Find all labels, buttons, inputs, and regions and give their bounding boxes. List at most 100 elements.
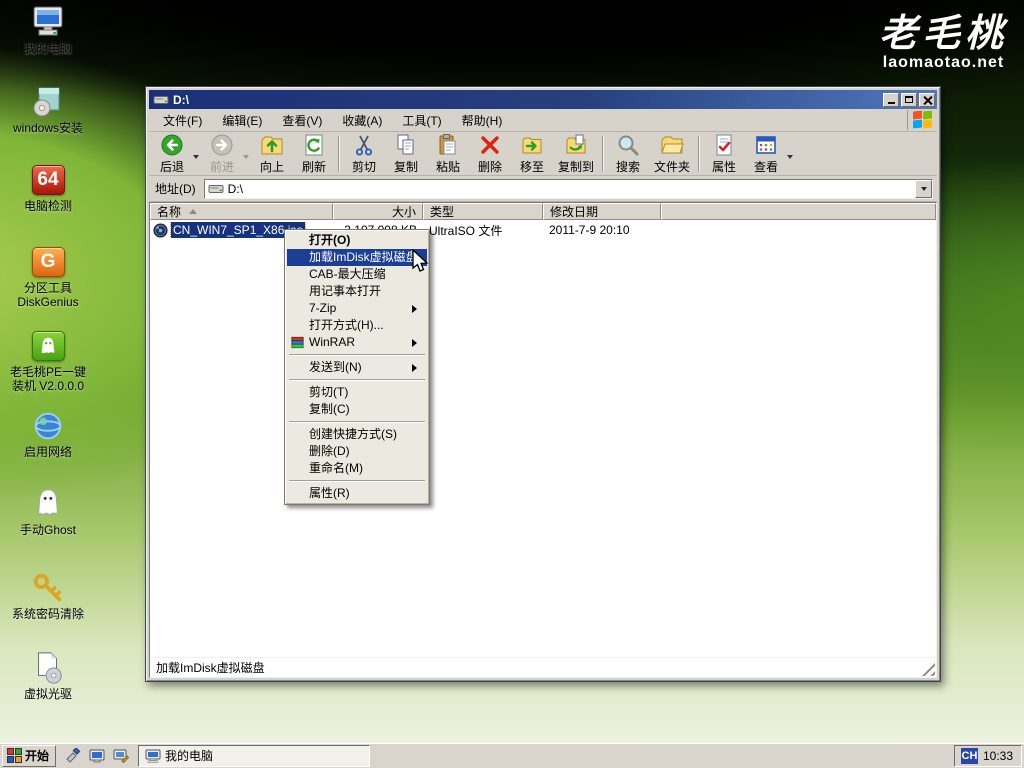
desktop-icon-label: 虚拟光驱 xyxy=(24,688,72,702)
properties-button[interactable]: 属性 xyxy=(703,133,745,175)
copy-to-button[interactable]: 复制到 xyxy=(553,133,599,175)
menu-item-delete[interactable]: 删除(D) xyxy=(287,443,427,460)
delete-x-icon xyxy=(478,133,502,157)
desktop-icon-virtual-cdrom[interactable]: 虚拟光驱 xyxy=(2,650,94,702)
refresh-button[interactable]: 刷新 xyxy=(293,133,335,175)
menu-tools[interactable]: 工具(T) xyxy=(392,109,451,132)
language-indicator[interactable]: CH xyxy=(961,748,978,764)
column-header-modified[interactable]: 修改日期 xyxy=(543,203,661,220)
mouse-cursor-icon xyxy=(409,249,431,275)
desktop-icon-manual-ghost[interactable]: 手动Ghost xyxy=(2,486,94,538)
forward-button[interactable]: 前进 xyxy=(201,133,243,175)
desktop-icon-diskgenius[interactable]: G 分区工具DiskGenius xyxy=(2,244,94,310)
title-bar[interactable]: D:\ xyxy=(149,90,937,109)
drive-icon xyxy=(208,183,224,195)
menu-item-open-with-notepad[interactable]: 用记事本打开 xyxy=(287,283,427,300)
taskbar: 开始 我的电脑 CH 10:33 xyxy=(0,742,1024,768)
menu-item-rename[interactable]: 重命名(M) xyxy=(287,460,427,477)
forward-dropdown-icon[interactable] xyxy=(243,155,249,162)
desktop-icon-label: 电脑检测 xyxy=(24,200,72,214)
menu-edit[interactable]: 编辑(E) xyxy=(212,109,272,132)
menu-item-open[interactable]: 打开(O) xyxy=(287,232,427,249)
close-button[interactable] xyxy=(919,93,935,107)
show-desktop-icon[interactable] xyxy=(88,747,106,765)
folders-button[interactable]: 文件夹 xyxy=(649,133,695,175)
back-dropdown-icon[interactable] xyxy=(193,155,199,162)
menu-bar: 文件(F) 编辑(E) 查看(V) 收藏(A) 工具(T) 帮助(H) xyxy=(149,109,937,132)
address-input[interactable]: D:\ xyxy=(204,179,933,199)
cut-button[interactable]: 剪切 xyxy=(343,133,385,175)
menu-item-create-shortcut[interactable]: 创建快捷方式(S) xyxy=(287,426,427,443)
resize-grip[interactable] xyxy=(922,663,935,676)
status-bar: 加载ImDisk虚拟磁盘 xyxy=(150,657,936,677)
taskbar-my-computer-button[interactable]: 我的电脑 xyxy=(138,745,370,767)
back-icon xyxy=(160,133,184,157)
menu-item-mount-imdisk[interactable]: 加载ImDisk虚拟磁盘 xyxy=(287,249,427,266)
views-dropdown-icon[interactable] xyxy=(787,155,793,162)
views-button[interactable]: 查看 xyxy=(745,133,787,175)
desktop-icon-laomaotao-pe[interactable]: 老毛桃PE一键装机 V2.0.0.0 xyxy=(2,328,94,394)
refresh-icon xyxy=(302,133,326,157)
menu-item-copy[interactable]: 复制(C) xyxy=(287,401,427,418)
menu-item-properties[interactable]: 属性(R) xyxy=(287,485,427,502)
paste-button[interactable]: 粘贴 xyxy=(427,133,469,175)
chevron-down-icon xyxy=(921,187,927,194)
desktop-icon-label: 系统密码清除 xyxy=(12,608,84,622)
properties-icon xyxy=(712,133,736,157)
menu-item-winrar[interactable]: WinRAR xyxy=(287,334,427,351)
quick-launch xyxy=(56,747,138,765)
address-label: 地址(D) xyxy=(153,180,204,197)
system-tray: CH 10:33 xyxy=(954,745,1022,767)
menu-help[interactable]: 帮助(H) xyxy=(452,109,513,132)
menu-item-open-with[interactable]: 打开方式(H)... xyxy=(287,317,427,334)
virtual-cd-icon xyxy=(29,650,67,686)
menu-favorites[interactable]: 收藏(A) xyxy=(332,109,392,132)
menu-item-cab-compress[interactable]: CAB-最大压缩 xyxy=(287,266,427,283)
search-button[interactable]: 搜索 xyxy=(607,133,649,175)
windows-install-icon xyxy=(29,84,67,120)
quick-launch-tool-icon[interactable] xyxy=(64,747,82,765)
desktop-icon-pc-detect[interactable]: 64 电脑检测 xyxy=(2,162,94,214)
file-modified: 2011-7-9 20:10 xyxy=(543,223,661,237)
menu-separator xyxy=(289,421,425,423)
menu-view[interactable]: 查看(V) xyxy=(272,109,332,132)
back-button[interactable]: 后退 xyxy=(151,133,193,175)
iso-file-icon xyxy=(153,223,168,238)
move-to-folder-icon xyxy=(520,133,544,157)
diskgenius-icon: G xyxy=(32,247,65,277)
ghost-icon xyxy=(29,486,67,522)
folders-icon xyxy=(660,133,684,157)
file-row[interactable]: CN_WIN7_SP1_X86.iso 3,107,008 KB UltraIS… xyxy=(150,221,936,239)
copy-button[interactable]: 复制 xyxy=(385,133,427,175)
up-folder-icon xyxy=(260,133,284,157)
desktop-icon-enable-network[interactable]: 启用网络 xyxy=(2,408,94,460)
windows-logo-icon xyxy=(907,110,933,130)
minimize-icon xyxy=(888,102,895,104)
column-header-name[interactable]: 名称 xyxy=(150,203,333,220)
pc-detect-64-icon: 64 xyxy=(32,165,65,195)
start-button[interactable]: 开始 xyxy=(2,745,56,767)
desktop-icon-password-clear[interactable]: 系统密码清除 xyxy=(2,570,94,622)
copy-to-folder-icon xyxy=(564,133,588,157)
menu-item-cut[interactable]: 剪切(T) xyxy=(287,384,427,401)
column-header-size[interactable]: 大小 xyxy=(333,203,423,220)
maximize-icon xyxy=(905,96,913,103)
menu-item-send-to[interactable]: 发送到(N) xyxy=(287,359,427,376)
maximize-button[interactable] xyxy=(901,93,917,107)
window-title: D:\ xyxy=(173,93,883,107)
desktop-icon-my-computer[interactable]: 我的电脑 xyxy=(2,4,94,56)
move-to-button[interactable]: 移至 xyxy=(511,133,553,175)
clock[interactable]: 10:33 xyxy=(983,749,1013,763)
desktop-icon-windows-install[interactable]: windows安装 xyxy=(2,84,94,136)
address-dropdown-button[interactable] xyxy=(915,180,932,198)
sort-ascending-icon xyxy=(189,205,197,214)
menu-file[interactable]: 文件(F) xyxy=(153,109,212,132)
minimize-button[interactable] xyxy=(883,93,899,107)
submenu-arrow-icon xyxy=(412,364,421,372)
column-header-type[interactable]: 类型 xyxy=(423,203,543,220)
desktop-edit-icon[interactable] xyxy=(112,747,130,765)
menu-item-7zip[interactable]: 7-Zip xyxy=(287,300,427,317)
column-headers: 名称 大小 类型 修改日期 xyxy=(150,203,936,220)
delete-button[interactable]: 删除 xyxy=(469,133,511,175)
up-button[interactable]: 向上 xyxy=(251,133,293,175)
